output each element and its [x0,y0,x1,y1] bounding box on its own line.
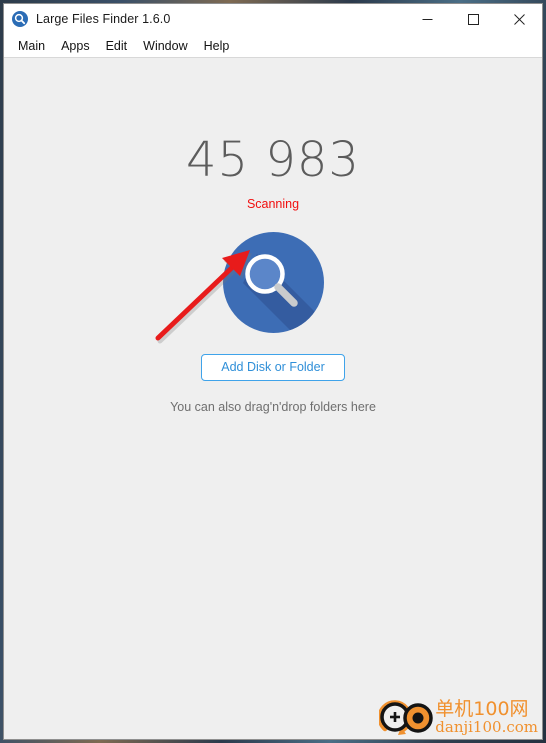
magnifier-circle-icon [222,232,324,333]
menu-item-apps[interactable]: Apps [53,37,98,55]
danji100-logo-icon [377,697,434,737]
watermark-en: danji100.com [435,718,538,736]
app-window: Large Files Finder 1.6.0 Main Apps Edit … [3,3,543,740]
menu-item-window[interactable]: Window [135,37,195,55]
file-count: 45 983 [186,132,360,188]
menu-item-edit[interactable]: Edit [98,37,136,55]
main-content: 45 983 Scanning Add Disk or Folder You c… [4,58,542,739]
menu-bar: Main Apps Edit Window Help [4,34,542,58]
title-bar: Large Files Finder 1.6.0 [4,4,542,34]
watermark: 单机100网 danji100.com [377,697,538,737]
menu-item-main[interactable]: Main [10,37,53,55]
scan-panel: 45 983 Scanning Add Disk or Folder You c… [4,136,542,414]
status-text: Scanning [246,197,300,211]
window-title: Large Files Finder 1.6.0 [36,12,171,26]
drag-drop-hint: You can also drag'n'drop folders here [170,399,376,414]
close-button[interactable] [496,4,542,34]
watermark-cn: 单机100网 [435,698,529,720]
add-disk-or-folder-button[interactable]: Add Disk or Folder [201,354,345,381]
minimize-button[interactable] [404,4,450,34]
watermark-text: 单机100网 danji100.com [435,699,538,735]
maximize-button[interactable] [450,4,496,34]
magnifier-icon [12,11,28,27]
menu-item-help[interactable]: Help [196,37,238,55]
window-controls [404,4,542,34]
